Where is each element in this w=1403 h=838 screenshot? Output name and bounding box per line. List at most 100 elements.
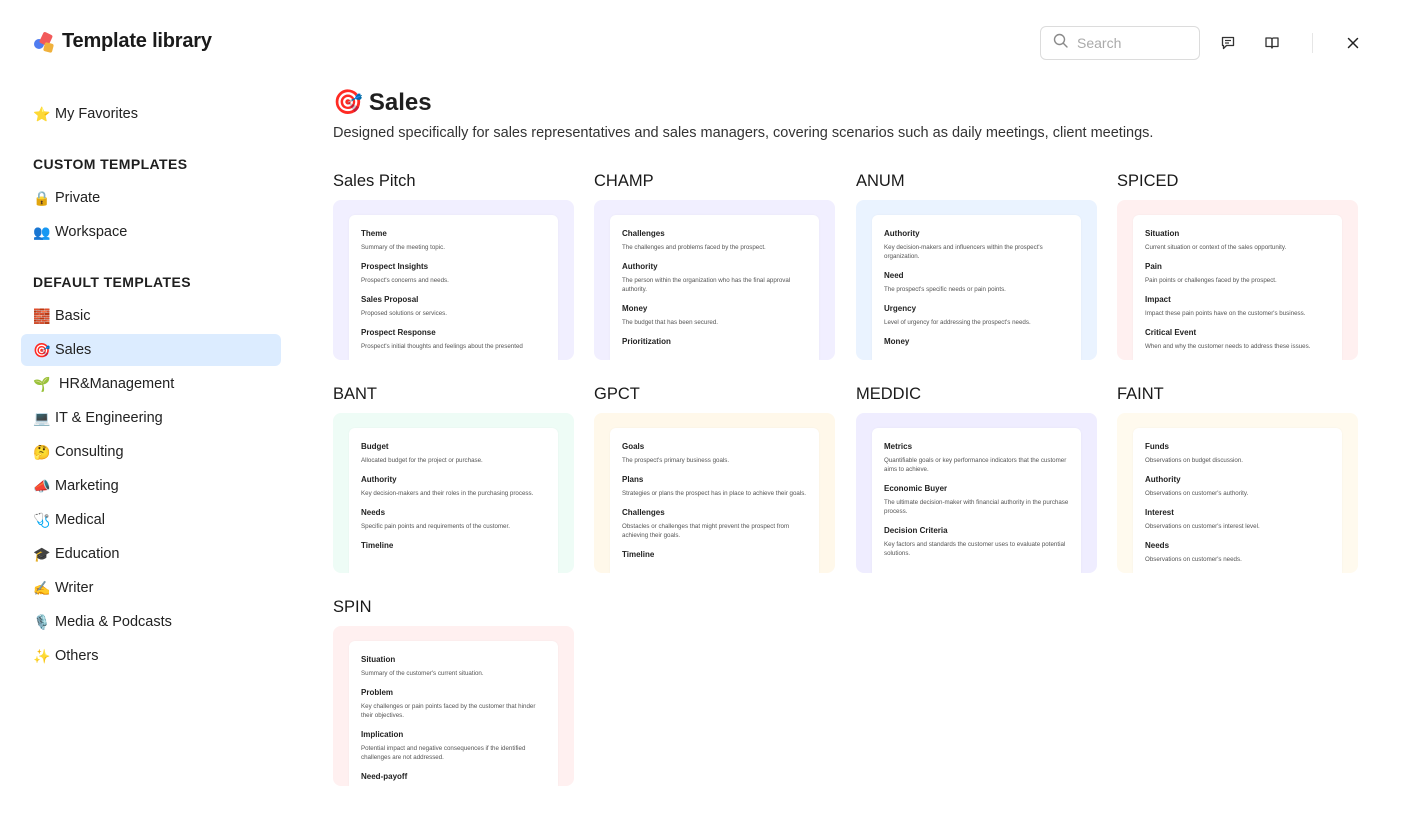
sidebar-item-label: HR&Management (59, 376, 175, 392)
preview-section-heading: Prospect Insights (361, 262, 429, 271)
template-card[interactable]: CHAMP Challenges The challenges and proble… (594, 172, 835, 360)
search-box[interactable] (1040, 26, 1200, 60)
template-card-preview: Challenges The challenges and problems fa… (594, 200, 835, 360)
preview-section-heading: Sales Proposal (361, 295, 419, 304)
template-card[interactable]: SPICED Situation Current situation or cont… (1117, 172, 1358, 360)
preview-section-heading: Need (884, 271, 904, 280)
preview-section-heading: Budget (361, 442, 389, 451)
template-card-preview: Budget Allocated budget for the project o… (333, 413, 574, 573)
preview-section-description: The challenges and problems faced by the… (622, 244, 766, 251)
template-card-preview: Situation Current situation or context of… (1117, 200, 1358, 360)
preview-section-heading: Pain (1145, 262, 1162, 271)
graduation-cap-icon: 🎓 (33, 545, 51, 562)
sidebar-item-it-engineering[interactable]: 💻 IT & Engineering (21, 402, 281, 434)
sidebar-item-label: Writer (55, 580, 94, 596)
template-card-title: CHAMP (594, 172, 654, 190)
sidebar-item-marketing[interactable]: 📣 Marketing (21, 470, 281, 502)
page-description: Designed specifically for sales represen… (333, 125, 1154, 141)
sidebar-item-my-favorites[interactable]: ⭐ My Favorites (21, 98, 281, 130)
template-preview-paper: Situation Current situation or context of… (1133, 215, 1342, 360)
preview-section-description: Allocated budget for the project or purc… (361, 457, 483, 464)
sidebar-item-label: Medical (55, 512, 105, 528)
template-card-preview: Funds Observations on budget discussion. A… (1117, 413, 1358, 573)
app-title-text: Template library (62, 30, 212, 52)
template-preview-paper: Authority Key decision-makers and influen… (872, 215, 1081, 360)
template-card-preview: Theme Summary of the meeting topic. Prospe… (333, 200, 574, 360)
template-card-title: Sales Pitch (333, 172, 416, 190)
template-card-title: MEDDIC (856, 385, 922, 403)
search-input[interactable] (1077, 35, 1177, 51)
template-card-title: SPIN (333, 598, 372, 616)
book-icon[interactable] (1260, 31, 1284, 55)
page-title: 🎯 Sales (333, 88, 432, 117)
sidebar-item-consulting[interactable]: 🤔 Consulting (21, 436, 281, 468)
default-templates-heading: DEFAULT TEMPLATES (33, 274, 191, 290)
template-preview-paper: Budget Allocated budget for the project o… (349, 428, 558, 573)
sidebar-item-label: Basic (55, 308, 91, 324)
template-card[interactable]: BANT Budget Allocated budget for the proje… (333, 385, 574, 573)
stethoscope-icon: 🩺 (33, 511, 51, 528)
template-card-title: GPCT (594, 385, 640, 403)
template-card-preview: Authority Key decision-makers and influen… (856, 200, 1097, 360)
sidebar-item-sales[interactable]: 🎯 Sales (21, 334, 281, 366)
preview-section-heading: Challenges (622, 229, 665, 238)
close-icon[interactable] (1341, 31, 1365, 55)
template-card[interactable]: Sales Pitch Theme Summary of the meeting t… (333, 172, 574, 360)
preview-section-description: The person within the organization who h… (622, 277, 791, 293)
preview-section-heading: Plans (622, 475, 644, 484)
page-title-text: Sales (368, 88, 432, 116)
preview-section-heading: Impact (1145, 295, 1171, 304)
sidebar-item-private[interactable]: 🔒 Private (21, 182, 281, 214)
sidebar-item-label: Marketing (55, 478, 119, 494)
preview-section-description: The budget that has been secured. (622, 319, 718, 326)
preview-section-description: Key challenges or pain points faced by t… (361, 703, 536, 719)
preview-section-heading: Challenges (622, 508, 665, 517)
sidebar-item-others[interactable]: ✨ Others (21, 640, 281, 672)
sidebar-item-writer[interactable]: ✍️ Writer (21, 572, 281, 604)
sidebar-item-basic[interactable]: 🧱 Basic (21, 300, 281, 332)
thinking-face-icon: 🤔 (33, 443, 51, 460)
template-card[interactable]: SPIN Situation Summary of the customer's c… (333, 598, 574, 786)
sidebar-item-media-podcasts[interactable]: 🎙️ Media & Podcasts (21, 606, 281, 638)
sidebar-item-medical[interactable]: 🩺 Medical (21, 504, 281, 536)
preview-section-description: Prospect's concerns and needs. (361, 277, 449, 284)
sidebar-item-label: Education (55, 546, 120, 562)
template-card-title: ANUM (856, 172, 905, 190)
preview-section-description: When and why the customer needs to addre… (1145, 343, 1311, 350)
search-icon (1053, 33, 1069, 54)
sidebar-item-hr-management[interactable]: 🌱 HR&Management (21, 368, 281, 400)
feedback-icon[interactable] (1216, 31, 1240, 55)
preview-section-heading: Interest (1145, 508, 1174, 517)
sidebar-item-workspace[interactable]: 👥 Workspace (21, 216, 281, 248)
preview-section-heading: Authority (1145, 475, 1181, 484)
sidebar-item-label: Sales (55, 342, 92, 358)
preview-section-description: The ultimate decision-maker with financi… (884, 499, 1069, 515)
star-icon: ⭐ (33, 105, 51, 122)
sidebar-item-label: Others (55, 648, 99, 664)
preview-section-description: Observations on customer's interest leve… (1145, 523, 1260, 530)
sidebar-item-label: Private (55, 190, 101, 206)
template-card-title: FAINT (1117, 385, 1164, 403)
sidebar-item-label: Consulting (55, 444, 124, 460)
template-card[interactable]: ANUM Authority Key decision-makers and inf… (856, 172, 1097, 360)
sidebar-item-label: Workspace (55, 224, 128, 240)
preview-section-heading: Authority (361, 475, 397, 484)
preview-section-heading: Decision Criteria (884, 526, 948, 535)
preview-section-heading: Money (622, 304, 648, 313)
template-card[interactable]: FAINT Funds Observations on budget discuss… (1117, 385, 1358, 573)
preview-section-heading: Needs (1145, 541, 1170, 550)
sidebar-item-education[interactable]: 🎓 Education (21, 538, 281, 570)
preview-section-heading: Goals (622, 442, 645, 451)
preview-section-heading: Authority (622, 262, 658, 271)
template-preview-paper: Challenges The challenges and problems fa… (610, 215, 819, 360)
template-card[interactable]: GPCT Goals The prospect's primary business… (594, 385, 835, 573)
megaphone-icon: 📣 (33, 477, 51, 494)
template-preview-paper: Goals The prospect's primary business goa… (610, 428, 819, 573)
custom-templates-heading: CUSTOM TEMPLATES (33, 156, 188, 172)
preview-section-description: Summary of the meeting topic. (361, 244, 445, 251)
preview-section-description: Specific pain points and requirements of… (361, 523, 510, 530)
sidebar: ⭐ My Favorites CUSTOM TEMPLATES 🔒 Privat… (21, 98, 281, 672)
lock-icon: 🔒 (33, 189, 51, 206)
template-card[interactable]: MEDDIC Metrics Quantifiable goals or key p… (856, 385, 1097, 573)
preview-section-heading: Timeline (622, 550, 655, 559)
